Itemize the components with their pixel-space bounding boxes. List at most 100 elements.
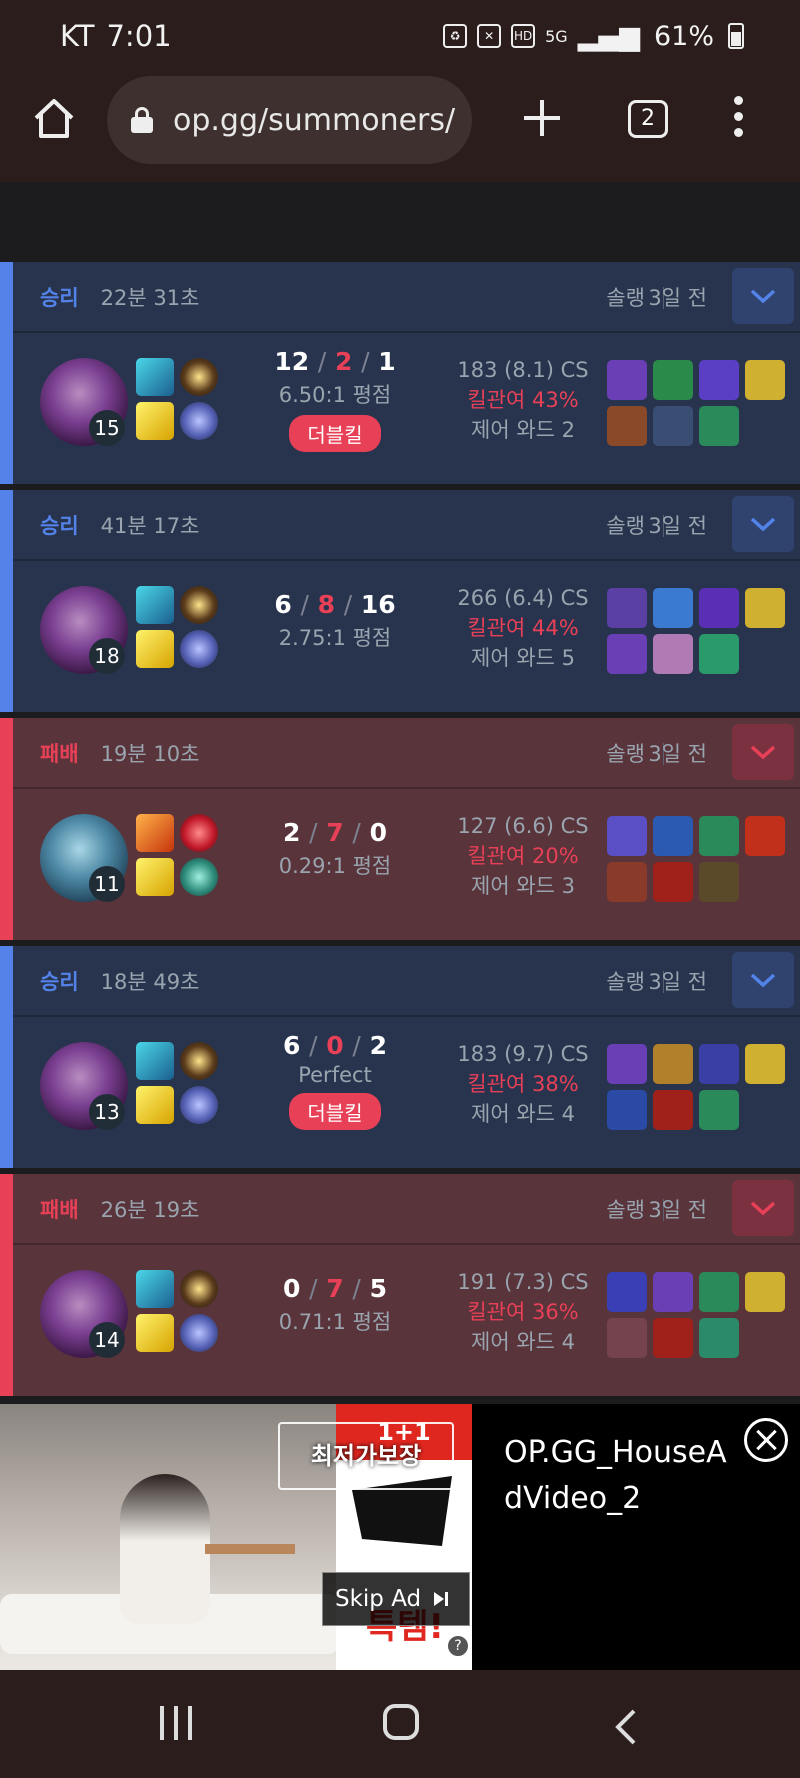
item-slot[interactable]: [699, 1318, 739, 1358]
item-slot[interactable]: [653, 862, 693, 902]
chevron-down-icon: [750, 745, 776, 760]
carrier-label: KT: [60, 19, 95, 53]
deaths: 7: [326, 1274, 344, 1303]
item-slot[interactable]: [653, 634, 693, 674]
item-slot[interactable]: [745, 816, 785, 856]
address-bar[interactable]: op.gg/summoners/: [107, 76, 472, 164]
navigation-bar: [0, 1670, 800, 1778]
item-slot[interactable]: [699, 1044, 739, 1084]
match-body: 11 2 / 7 / 0 0.29:1 평점 127 (6.6) CS 킬관여 20% 제…: [13, 791, 800, 939]
item-slot[interactable]: [653, 360, 693, 400]
deaths: 7: [326, 818, 344, 847]
item-slot[interactable]: [699, 862, 739, 902]
item-slot[interactable]: [653, 588, 693, 628]
multikill-badge: 더블킬: [289, 1093, 381, 1130]
kda-ratio: 6.50:1 평점: [278, 383, 392, 407]
result-bar: [0, 1174, 13, 1396]
item-slot[interactable]: [607, 1090, 647, 1130]
back-icon[interactable]: [614, 1708, 638, 1746]
item-slot[interactable]: [607, 1272, 647, 1312]
signal-icon: ▂▄▆: [577, 20, 640, 52]
expand-button[interactable]: [732, 268, 794, 324]
queue-type: 솔랭: [606, 741, 645, 766]
item-slot[interactable]: [699, 588, 739, 628]
expand-button[interactable]: [732, 496, 794, 552]
item-slot[interactable]: [745, 360, 785, 400]
match-card[interactable]: 패배 19분 10초 솔랭 3일 전 11 2 / 7 / 0 0.29:1 평점 127 (…: [0, 718, 800, 940]
match-card[interactable]: 승리 22분 31초 솔랭 3일 전 15 12 / 2 / 1 6.50:1 평점 더블킬 1…: [0, 262, 800, 484]
item-slot[interactable]: [607, 1318, 647, 1358]
expand-button[interactable]: [732, 1180, 794, 1236]
item-slot[interactable]: [699, 1090, 739, 1130]
match-card[interactable]: 패배 26분 19초 솔랭 3일 전 14 0 / 7 / 5 0.71:1 평점 191 (…: [0, 1174, 800, 1396]
flash-spell-icon: [136, 1314, 174, 1352]
stats-block: 191 (7.3) CS 킬관여 36% 제어 와드 4: [433, 1267, 613, 1357]
match-card[interactable]: 승리 41분 17초 솔랭 3일 전 18 6 / 8 / 16 2.75:1 평점 266 …: [0, 490, 800, 712]
close-icon[interactable]: [744, 1418, 788, 1462]
assists: 1: [378, 347, 396, 376]
battery-icon: [728, 23, 744, 49]
kda-ratio: 0.71:1 평점: [278, 1310, 392, 1334]
kda-block: 12 / 2 / 1 6.50:1 평점 더블킬: [230, 347, 440, 452]
skip-ad-button[interactable]: Skip Ad: [322, 1572, 470, 1626]
item-slot[interactable]: [745, 1044, 785, 1084]
item-slot[interactable]: [745, 588, 785, 628]
ad-video[interactable]: 1+1 특템! 최저가보장 Skip Ad ?: [0, 1404, 472, 1670]
kill-participation: 킬관여 20%: [467, 844, 579, 868]
tabs-icon[interactable]: 2: [628, 100, 668, 138]
item-slot[interactable]: [607, 634, 647, 674]
item-slot[interactable]: [653, 1318, 693, 1358]
item-slot[interactable]: [653, 1272, 693, 1312]
item-build: [607, 1272, 787, 1360]
item-slot[interactable]: [699, 634, 739, 674]
recent-apps-icon[interactable]: [160, 1706, 194, 1740]
item-slot[interactable]: [699, 360, 739, 400]
item-slot[interactable]: [607, 816, 647, 856]
kills: 6: [283, 1031, 301, 1060]
expand-button[interactable]: [732, 952, 794, 1008]
kills: 0: [283, 1274, 301, 1303]
skip-ad-label: Skip Ad: [335, 1586, 422, 1612]
item-slot[interactable]: [653, 406, 693, 446]
item-slot[interactable]: [607, 1044, 647, 1084]
control-wards: 제어 와드 4: [471, 1102, 575, 1126]
kda-score: 12 / 2 / 1: [274, 347, 396, 376]
ghost-spell-icon: [136, 358, 174, 396]
menu-icon[interactable]: [730, 96, 746, 142]
ad-table-image: [205, 1544, 295, 1554]
time-ago: 3일 전: [648, 1197, 707, 1222]
match-result: 승리: [40, 969, 79, 994]
control-wards: 제어 와드 3: [471, 874, 575, 898]
ad-banner: 1+1 특템! 최저가보장 Skip Ad ? OP.GG_HouseAdVid…: [0, 1404, 800, 1670]
item-slot[interactable]: [607, 862, 647, 902]
item-slot[interactable]: [607, 360, 647, 400]
ad-title: OP.GG_HouseAdVideo_2: [504, 1435, 727, 1516]
kda-block: 2 / 7 / 0 0.29:1 평점: [230, 818, 440, 880]
item-slot[interactable]: [699, 816, 739, 856]
match-body: 13 6 / 0 / 2 Perfect 더블킬 183 (9.7) CS 킬관여 38%…: [13, 1019, 800, 1167]
item-slot[interactable]: [607, 406, 647, 446]
assists: 2: [369, 1031, 387, 1060]
info-icon[interactable]: ?: [446, 1634, 470, 1658]
secondary-rune-icon: [180, 858, 218, 896]
expand-button[interactable]: [732, 724, 794, 780]
stats-block: 127 (6.6) CS 킬관여 20% 제어 와드 3: [433, 811, 613, 901]
browser-toolbar: op.gg/summoners/ 2: [0, 72, 800, 182]
queue-type: 솔랭: [606, 513, 645, 538]
item-slot[interactable]: [699, 1272, 739, 1312]
item-slot[interactable]: [653, 816, 693, 856]
item-slot[interactable]: [653, 1044, 693, 1084]
match-card[interactable]: 승리 18분 49초 솔랭 3일 전 13 6 / 0 / 2 Perfect 더블킬 183 …: [0, 946, 800, 1168]
control-wards: 제어 와드 4: [471, 1330, 575, 1354]
result-bar: [0, 262, 13, 484]
match-result: 승리: [40, 285, 79, 310]
item-slot[interactable]: [699, 406, 739, 446]
secondary-rune-icon: [180, 1314, 218, 1352]
item-slot[interactable]: [745, 1272, 785, 1312]
plus-icon[interactable]: [522, 98, 562, 138]
nav-home-icon[interactable]: [383, 1704, 419, 1740]
skip-icon: [434, 1592, 449, 1606]
item-slot[interactable]: [653, 1090, 693, 1130]
item-slot[interactable]: [607, 588, 647, 628]
home-icon[interactable]: [32, 96, 76, 140]
